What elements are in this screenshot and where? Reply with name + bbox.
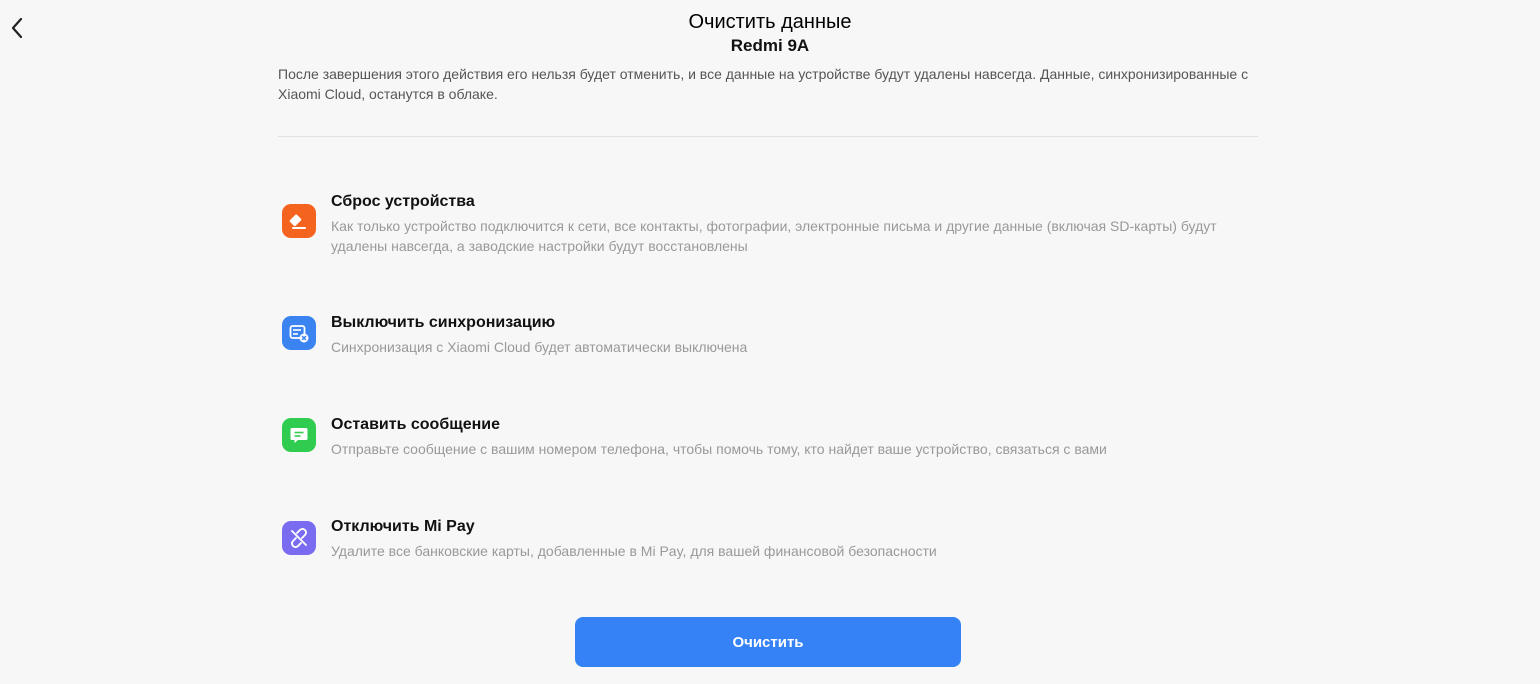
- item-description: Как только устройство подключится к сети…: [331, 218, 1217, 254]
- item-title: Отключить Mi Pay: [331, 518, 475, 535]
- page-title: Очистить данные: [688, 11, 852, 33]
- eraser-icon: [282, 204, 316, 238]
- item-title: Оставить сообщение: [331, 416, 500, 433]
- clear-button[interactable]: Очистить: [575, 617, 961, 667]
- item-description: Синхронизация с Xiaomi Cloud будет автом…: [331, 339, 748, 355]
- device-name-label: Redmi 9A: [730, 38, 810, 54]
- unlink-icon: [282, 521, 316, 555]
- item-description: Удалите все банковские карты, добавленны…: [331, 543, 937, 559]
- message-icon: [282, 418, 316, 452]
- item-title: Выключить синхронизацию: [331, 314, 556, 331]
- divider: [278, 136, 1258, 137]
- device-name: Redmi 9A: [0, 38, 1540, 54]
- sync-off-icon: [282, 316, 316, 350]
- warning-notice: После завершения этого действия его нель…: [278, 66, 1249, 102]
- item-description: Отправьте сообщение с вашим номером теле…: [331, 441, 1107, 457]
- item-title: Сброс устройства: [331, 193, 475, 210]
- page: Очистить данные Redmi 9A После завершени…: [0, 0, 1540, 684]
